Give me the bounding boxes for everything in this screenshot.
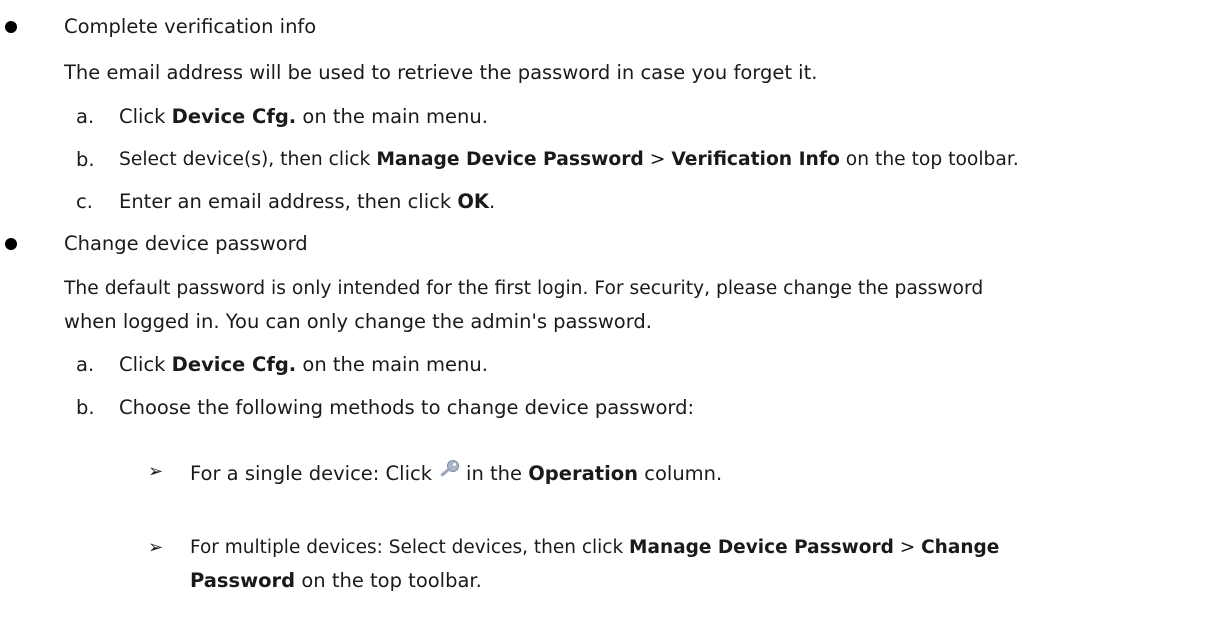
step-text: Click Device Cfg. on the main menu. xyxy=(119,105,488,128)
step-marker: b. xyxy=(76,396,95,419)
key-icon xyxy=(436,459,462,483)
step-text: Enter an email address, then click OK. xyxy=(119,190,496,213)
step-marker: a. xyxy=(76,105,95,128)
section-description: The email address will be used to retrie… xyxy=(64,61,818,84)
section-heading: Change device password xyxy=(64,232,308,255)
arrow-bullet-icon: ➢ xyxy=(148,537,164,558)
section-description: The default password is only intended fo… xyxy=(64,278,984,299)
substep-text: Password on the top toolbar. xyxy=(190,569,482,592)
step-marker: a. xyxy=(76,353,95,376)
step-text: Select device(s), then click Manage Devi… xyxy=(119,149,1019,170)
substep-text: For a single device: Click in the Operati… xyxy=(190,459,722,487)
section-heading: Complete verification info xyxy=(64,15,317,38)
step-text: Click Device Cfg. on the main menu. xyxy=(119,353,488,376)
arrow-bullet-icon: ➢ xyxy=(148,461,164,482)
step-marker: b. xyxy=(76,148,95,171)
step-marker: c. xyxy=(76,190,93,213)
substep-text: For multiple devices: Select devices, th… xyxy=(190,537,1000,558)
step-text: Choose the following methods to change d… xyxy=(119,396,695,419)
bullet-icon xyxy=(5,238,17,250)
section-description: when logged in. You can only change the … xyxy=(64,310,652,333)
bullet-icon xyxy=(5,21,17,33)
